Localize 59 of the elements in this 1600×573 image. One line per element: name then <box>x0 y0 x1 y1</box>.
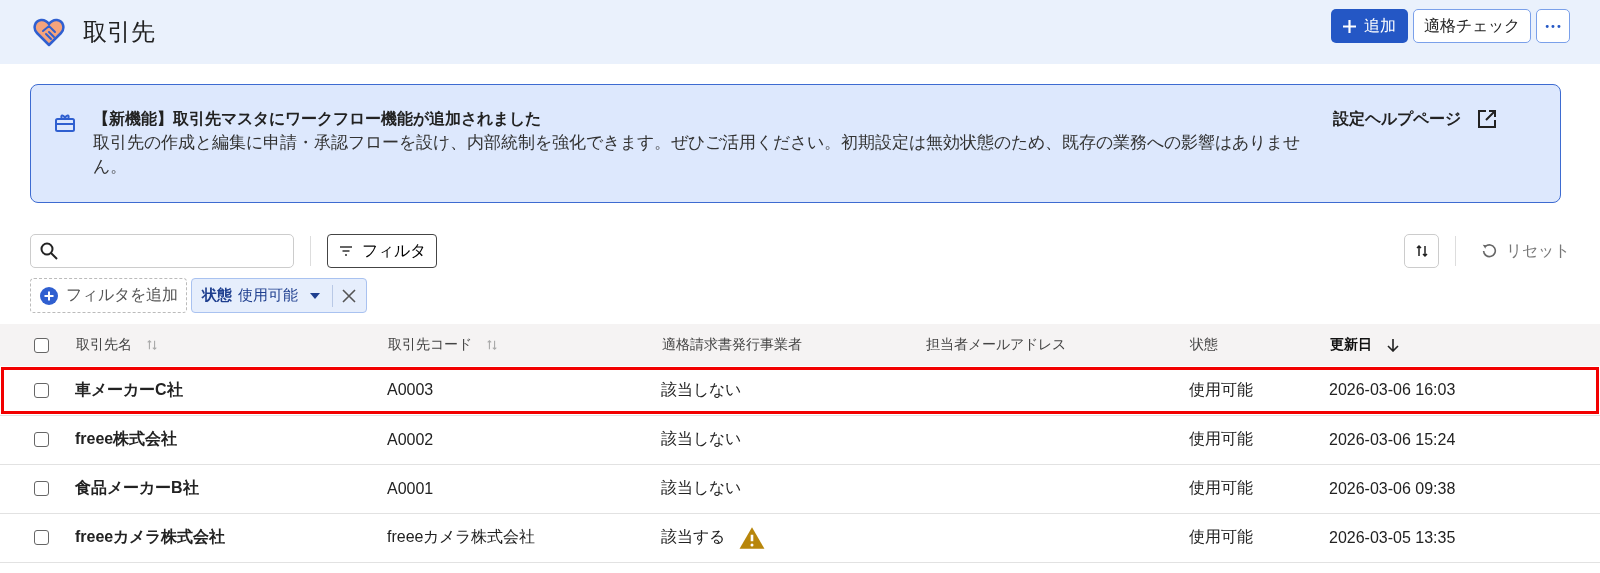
row-checkbox[interactable] <box>34 481 49 496</box>
updated-date: 2026-03-05 13:35 <box>1329 528 1456 546</box>
search-field[interactable] <box>30 234 294 268</box>
select-all-checkbox[interactable] <box>34 337 49 353</box>
highlighted-row[interactable]: 車メーカーC社 A0003 該当しない 使用可能 2026-03-06 16:03 <box>0 366 1600 415</box>
qualified-status: 該当しない <box>661 429 741 449</box>
add-filter-button[interactable]: フィルタを追加 <box>30 278 187 313</box>
column-header: 適格請求書発行事業者 <box>662 336 802 354</box>
plus-circle-icon <box>39 285 59 306</box>
partner-code: A0001 <box>387 479 434 497</box>
column-header: 担当者メールアドレス <box>926 336 1066 354</box>
filter-chip[interactable]: 状態 使用可能 <box>191 278 367 313</box>
more-button[interactable]: ••• <box>1536 9 1570 43</box>
column-header[interactable]: 取引先コード <box>388 336 472 354</box>
partner-name[interactable]: freeeカメラ株式会社 <box>75 528 226 545</box>
filter-button[interactable]: フィルタ <box>327 234 437 268</box>
close-icon[interactable] <box>342 288 356 303</box>
search-icon <box>39 241 59 261</box>
status-text: 使用可能 <box>1189 528 1253 545</box>
arrow-down-icon[interactable] <box>1386 338 1400 352</box>
handshake-heart-icon <box>33 16 65 48</box>
updated-date: 2026-03-06 16:03 <box>1329 381 1456 399</box>
partner-name[interactable]: 食品メーカーB社 <box>75 479 199 496</box>
caret-icon[interactable] <box>310 292 320 299</box>
column-header[interactable]: 取引先名 <box>76 336 132 354</box>
status-text: 使用可能 <box>1189 479 1253 496</box>
reset-icon <box>1480 242 1498 260</box>
banner-message: 取引先の作成と編集に申請・承認フローを設け、内部統制を強化できます。ぜひご活用ください。初期設定は無効状態のため、既存の業務への影響はありません。 <box>93 132 1301 178</box>
column-header[interactable]: 更新日 <box>1330 336 1372 354</box>
partner-code: A0003 <box>387 381 434 399</box>
qualified-status: 該当しない <box>661 379 741 400</box>
qualified-status: 該当しない <box>661 478 741 498</box>
partner-name[interactable]: 車メーカーC社 <box>75 380 183 398</box>
qualified-status: 該当する <box>661 527 725 547</box>
page-title: 取引先 <box>83 17 155 47</box>
status-text: 使用可能 <box>1189 380 1253 398</box>
row-checkbox[interactable] <box>34 530 49 545</box>
warning-icon <box>739 525 765 550</box>
help-page-link[interactable]: 設定ヘルプページ <box>1333 109 1461 130</box>
sort-button[interactable] <box>1404 234 1439 268</box>
chip-label: 状態 <box>202 286 232 305</box>
partner-name[interactable]: freee株式会社 <box>75 430 178 447</box>
add-button[interactable]: 追加 <box>1331 9 1408 43</box>
filter-icon <box>338 243 354 259</box>
reset-button[interactable]: リセット <box>1472 240 1570 262</box>
updated-date: 2026-03-06 15:24 <box>1329 430 1456 448</box>
row-checkbox[interactable] <box>34 382 49 398</box>
banner-title: 【新機能】取引先マスタにワークフロー機能が追加されました <box>93 109 542 129</box>
partner-code: freeeカメラ株式会社 <box>387 528 536 545</box>
status-text: 使用可能 <box>1189 430 1253 447</box>
qualification-check-button[interactable]: 適格チェック <box>1413 9 1531 43</box>
plus-icon <box>1343 19 1356 33</box>
column-header: 状態 <box>1190 336 1218 354</box>
row-checkbox[interactable] <box>34 432 49 447</box>
external-link-icon[interactable] <box>1475 107 1499 131</box>
chip-value: 使用可能 <box>238 286 298 305</box>
partner-code: A0002 <box>387 430 434 448</box>
gift-icon <box>53 111 77 135</box>
updated-date: 2026-03-06 09:38 <box>1329 479 1456 497</box>
